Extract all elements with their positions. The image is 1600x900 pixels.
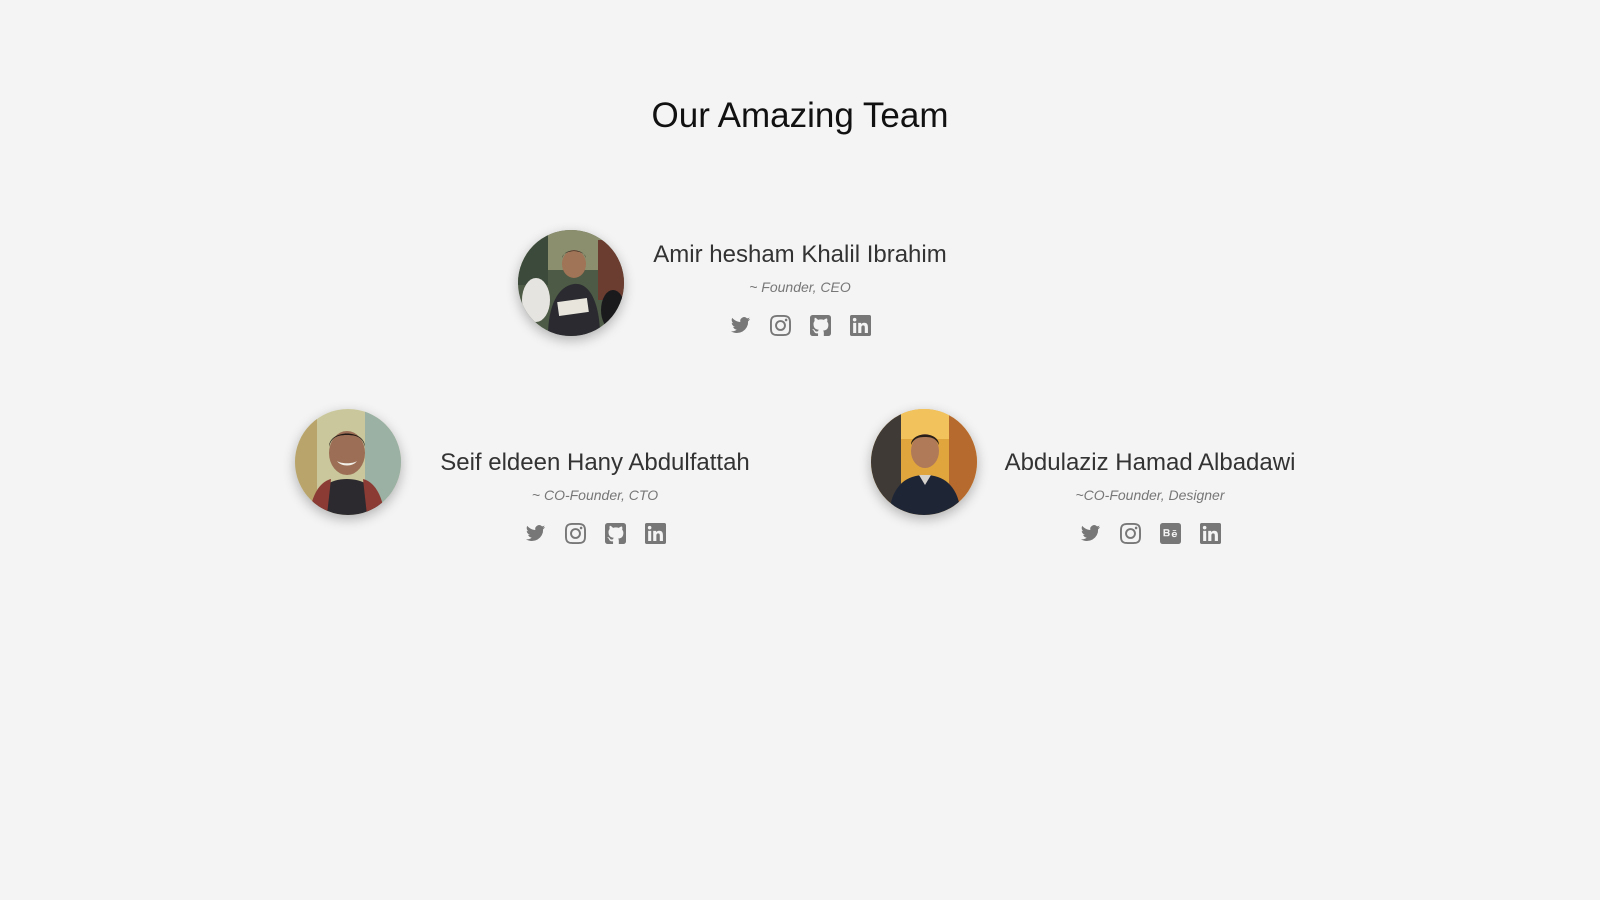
github-icon[interactable] <box>605 523 626 544</box>
twitter-icon[interactable] <box>525 523 546 544</box>
avatar-photo <box>295 409 401 515</box>
page-title: Our Amazing Team <box>651 96 949 135</box>
member-role: ~ CO-Founder, CTO <box>531 487 659 503</box>
twitter-icon[interactable] <box>1080 523 1101 544</box>
instagram-icon[interactable] <box>1120 523 1141 544</box>
github-icon[interactable] <box>810 315 831 336</box>
avatar <box>518 230 624 336</box>
linkedin-icon[interactable] <box>645 523 666 544</box>
instagram-icon[interactable] <box>770 315 791 336</box>
avatar-photo <box>871 409 977 515</box>
avatar <box>295 409 401 515</box>
member-name: Seif eldeen Hany Abdulfattah <box>440 449 750 476</box>
member-role: ~CO-Founder, Designer <box>1075 487 1225 503</box>
member-name: Amir hesham Khalil Ibrahim <box>653 241 947 268</box>
social-links <box>990 523 1310 544</box>
behance-icon[interactable] <box>1160 523 1181 544</box>
twitter-icon[interactable] <box>730 315 751 336</box>
member-info: Amir hesham Khalil Ibrahim ~ Founder, CE… <box>640 240 960 336</box>
member-info: Abdulaziz Hamad Albadawi ~CO-Founder, De… <box>990 448 1310 544</box>
linkedin-icon[interactable] <box>850 315 871 336</box>
avatar <box>871 409 977 515</box>
linkedin-icon[interactable] <box>1200 523 1221 544</box>
social-links <box>420 523 770 544</box>
member-name: Abdulaziz Hamad Albadawi <box>1004 449 1296 476</box>
member-role: ~ Founder, CEO <box>749 279 851 295</box>
instagram-icon[interactable] <box>565 523 586 544</box>
social-links <box>640 315 960 336</box>
team-page: Our Amazing Team Amir hesham Khalil Ibra… <box>0 0 1600 900</box>
avatar-photo <box>518 230 624 336</box>
member-info: Seif eldeen Hany Abdulfattah ~ CO-Founde… <box>420 448 770 544</box>
